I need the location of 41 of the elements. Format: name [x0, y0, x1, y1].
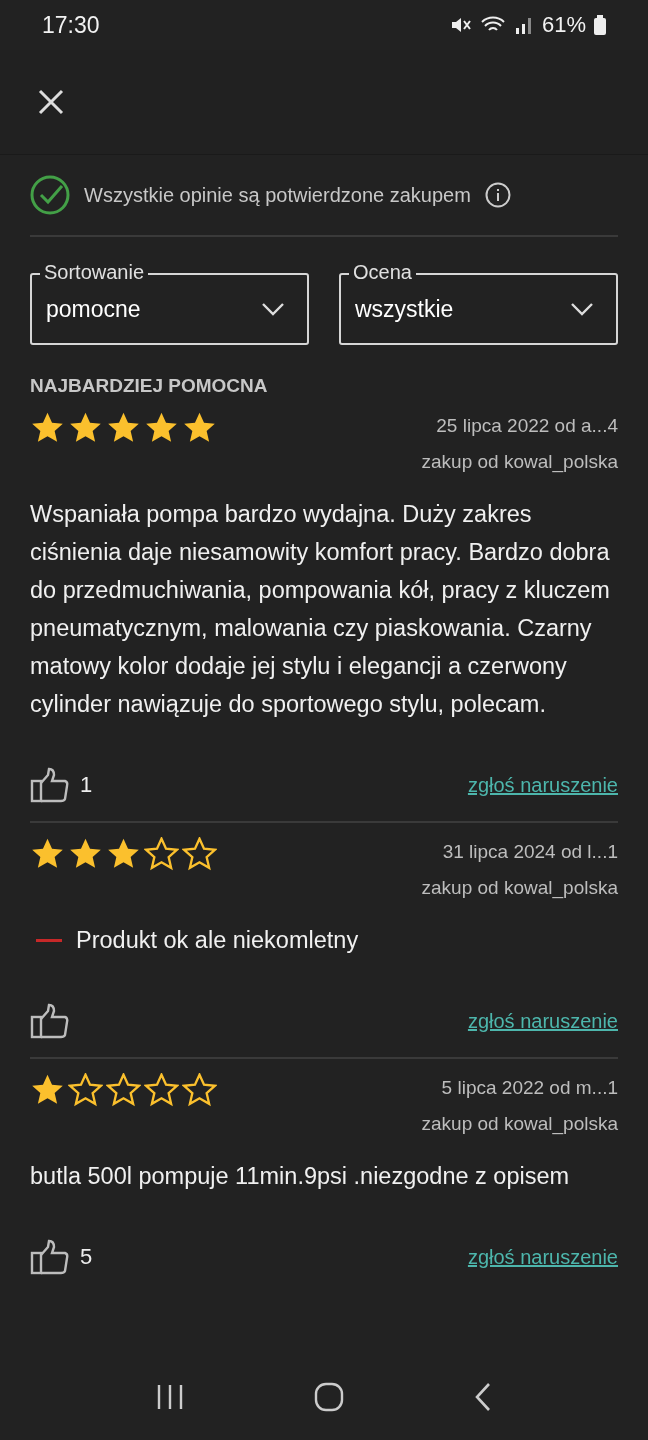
review-date: 25 lipca 2022 od a...4	[436, 415, 618, 437]
thumbs-up-icon	[30, 1239, 70, 1275]
review-author: zakup od kowal_polska	[421, 877, 618, 899]
chevron-down-icon	[570, 302, 594, 316]
star-outline-icon	[182, 1073, 217, 1107]
like-button[interactable]: 5	[30, 1239, 93, 1275]
like-button[interactable]: 1	[30, 767, 93, 803]
star-outline-icon	[182, 837, 217, 871]
thumbs-up-icon	[30, 767, 70, 803]
review-text: butla 500l pompuje 11min.9psi .niezgodne z opisem	[30, 1162, 571, 1191]
verified-note: Wszystkie opinie są potwierdzone zakupem	[84, 183, 471, 207]
report-link[interactable]: zgłoś naruszenie	[467, 773, 618, 797]
star-outline-icon	[144, 837, 179, 871]
like-button[interactable]	[30, 1003, 70, 1039]
battery-icon	[594, 15, 606, 35]
section-title: NAJBARDZIEJ POMOCNA	[30, 375, 269, 397]
mute-icon	[449, 15, 472, 35]
chevron-down-icon	[261, 302, 285, 316]
thumbs-up-icon	[30, 1003, 70, 1039]
con-dash-icon	[36, 938, 62, 942]
signal-icon	[513, 15, 534, 35]
star-outline-icon	[144, 1073, 179, 1107]
battery-percent: 61%	[541, 12, 586, 38]
review-date: 5 lipca 2022 od m...1	[441, 1077, 618, 1099]
like-count: 1	[80, 772, 93, 798]
review-text: Produkt ok ale niekomletny	[76, 926, 359, 955]
like-count: 5	[80, 1244, 93, 1270]
report-link[interactable]: zgłoś naruszenie	[467, 1009, 618, 1033]
review-text: Wspaniała pompa bardzo wydajna. Duży zakres ciśnienia daje niesamowity komfort pracy. Bardzo dobra do przedmuchiwania, pompowania kół, pracy z kluczem pneumatycznym, malowania czy piaskowania. Czarny matowy kolor dodaje jej stylu i elegancji a czerwony cylinder nawiązuje do sportowego stylu, polecam.	[30, 500, 611, 719]
review-author: zakup od kowal_polska	[421, 451, 618, 473]
info-icon[interactable]	[484, 182, 511, 208]
clock-time: 17:30	[42, 11, 100, 39]
close-icon	[36, 87, 66, 117]
review-author: zakup od kowal_polska	[421, 1113, 618, 1135]
star-outline-icon	[106, 1073, 141, 1107]
check-circle-icon	[30, 175, 70, 215]
close-button[interactable]	[36, 87, 66, 117]
star-outline-icon	[68, 1073, 103, 1107]
review-date: 31 lipca 2024 od l...1	[442, 841, 618, 863]
home-icon[interactable]	[314, 1382, 344, 1412]
report-link[interactable]: zgłoś naruszenie	[467, 1245, 618, 1269]
